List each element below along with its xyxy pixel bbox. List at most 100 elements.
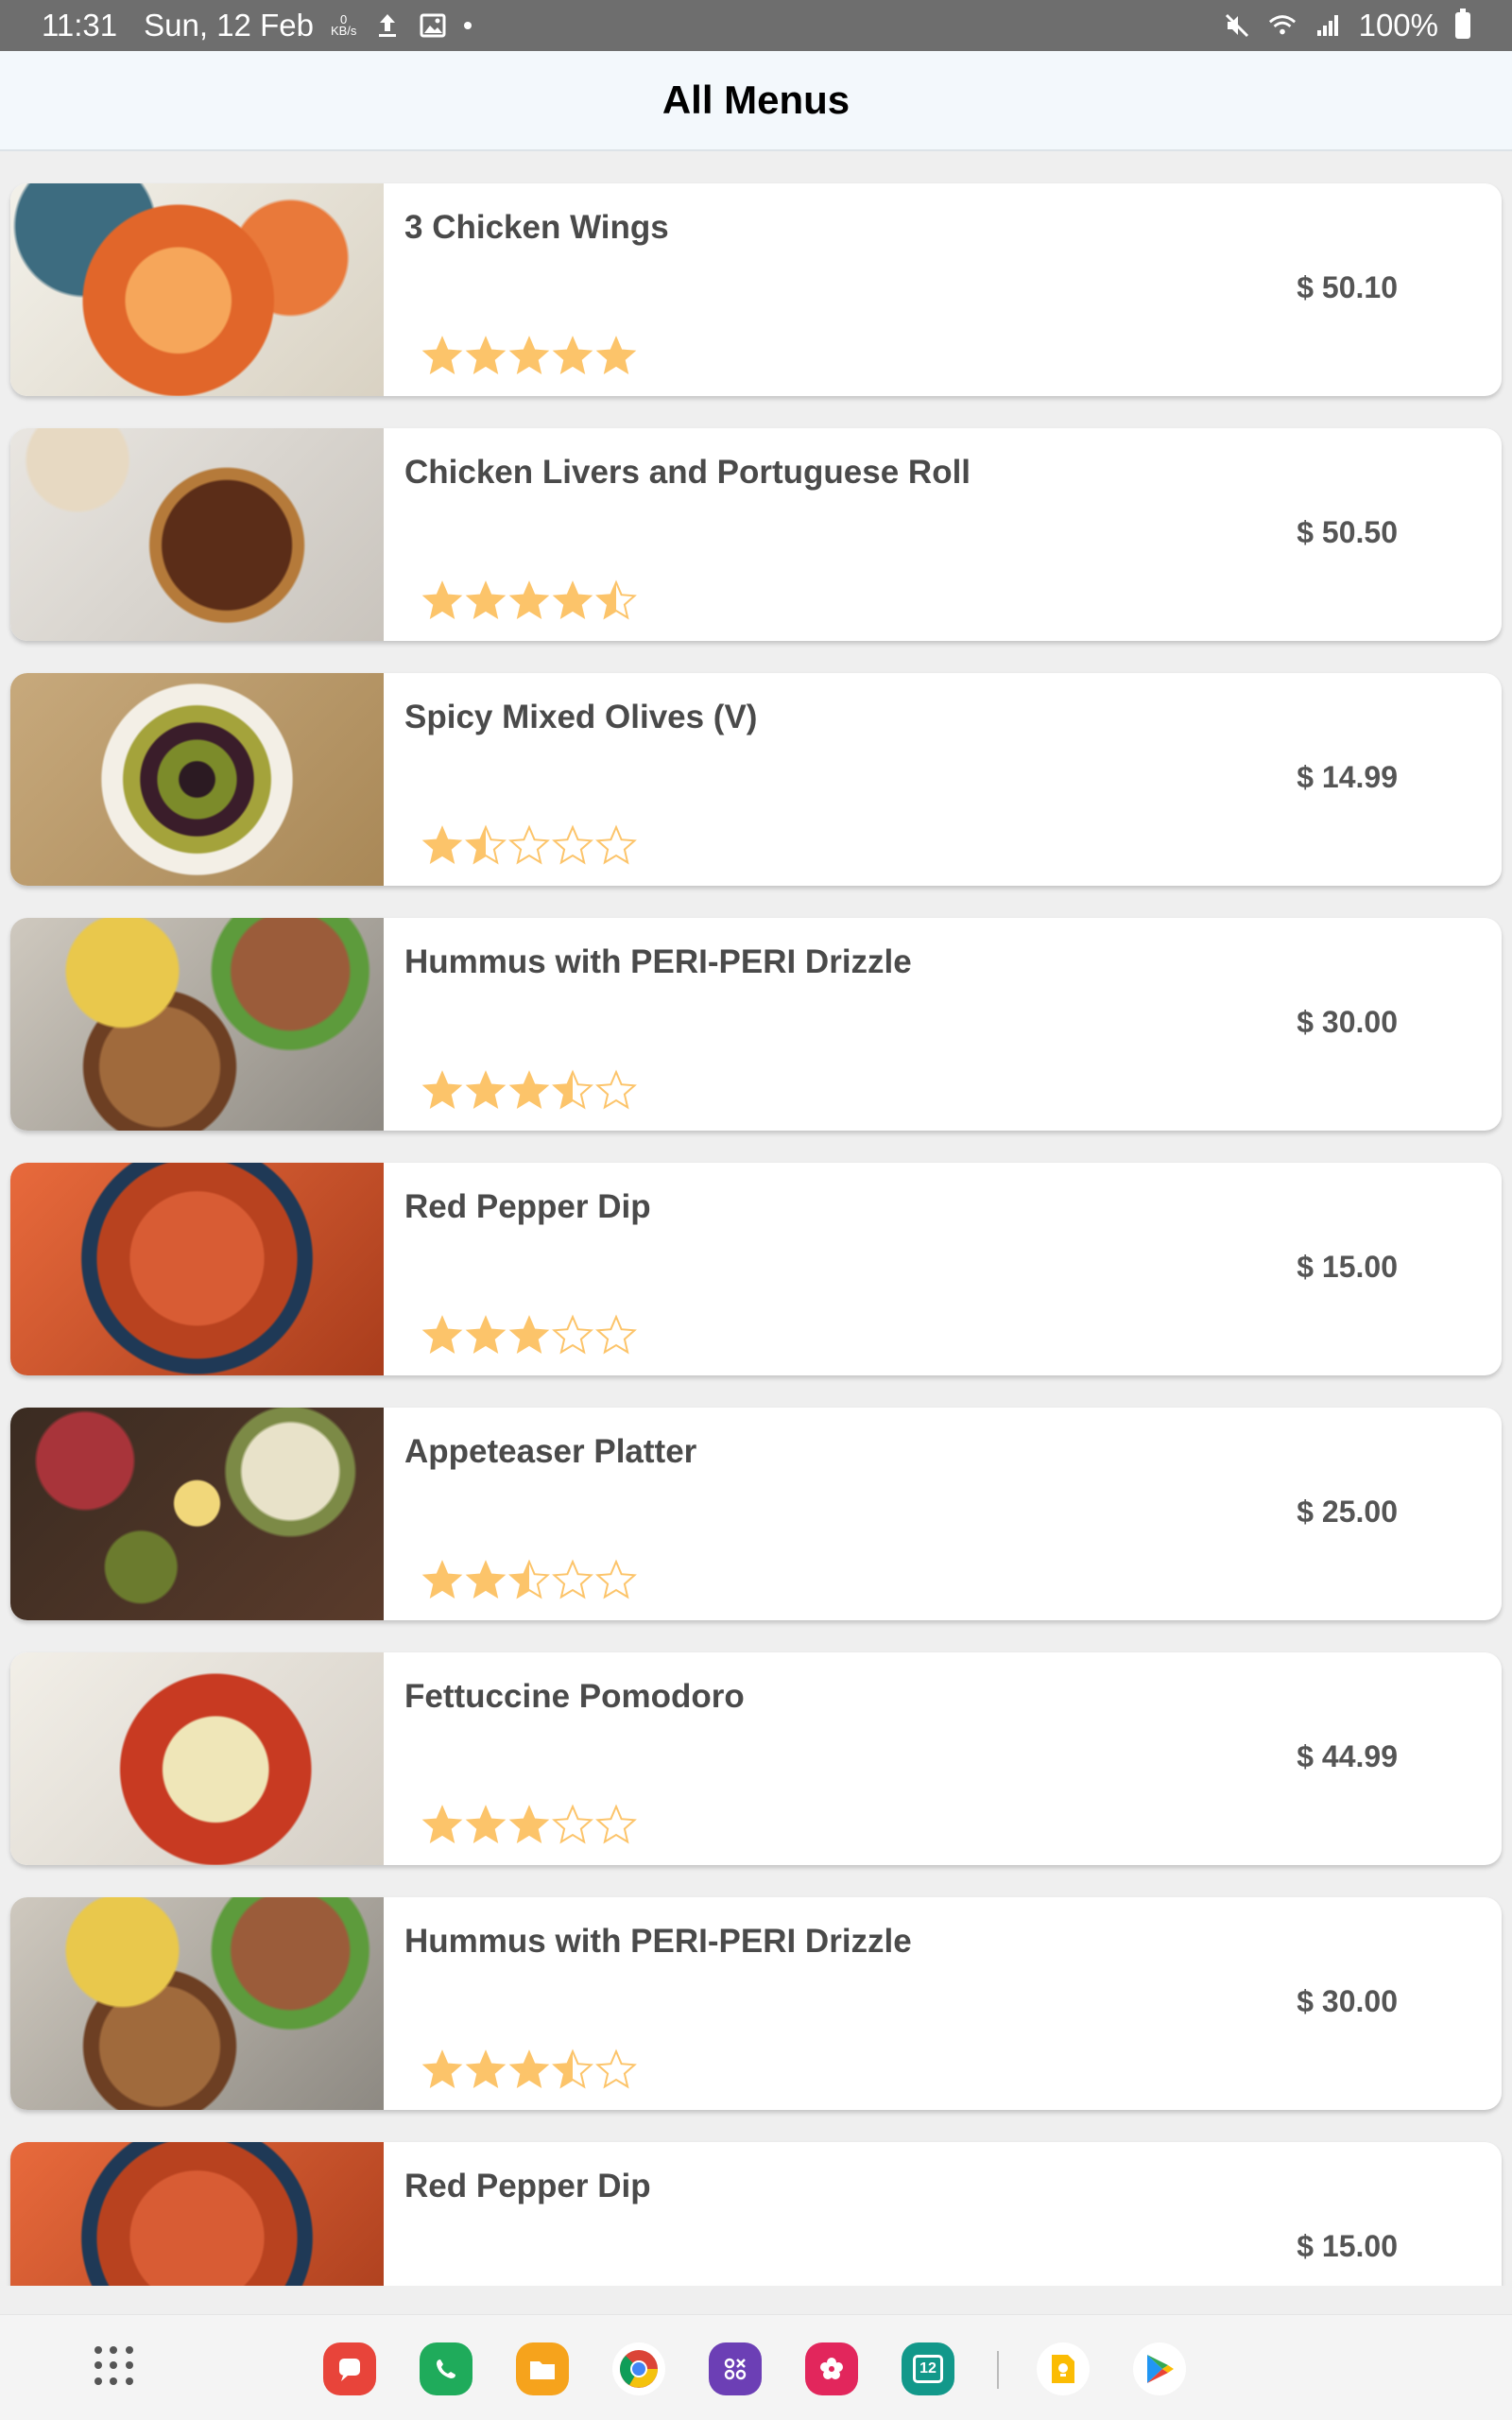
star-empty-icon [595, 824, 637, 866]
battery-icon [1455, 9, 1470, 39]
star-full-icon [421, 1314, 463, 1356]
rating-stars [421, 1314, 637, 1356]
menu-item-name: Hummus with PERI-PERI Drizzle [404, 1923, 912, 1960]
menu-item-image[interactable] [10, 1408, 384, 1620]
star-empty-icon [595, 1314, 637, 1356]
menu-item-image[interactable] [10, 428, 384, 641]
star-full-icon [421, 579, 463, 621]
star-half-icon [552, 2048, 593, 2090]
star-full-icon [465, 1804, 507, 1845]
status-bar: 11:31 Sun, 12 Feb 0 KB/s 100% [0, 0, 1512, 51]
app-header: All Menus [0, 51, 1512, 151]
menu-item-price: $ 50.50 [1297, 515, 1398, 549]
play-store-app-icon[interactable] [1133, 2342, 1186, 2395]
menu-item-price: $ 25.00 [1297, 1495, 1398, 1529]
menu-item-name: Hummus with PERI-PERI Drizzle [404, 943, 912, 980]
rating-stars [421, 1804, 637, 1845]
star-full-icon [421, 824, 463, 866]
menu-item-card[interactable]: Red Pepper Dip $ 15.00 [10, 2142, 1502, 2286]
mute-icon [1223, 11, 1251, 40]
star-empty-icon [552, 1314, 593, 1356]
gallery-app-icon[interactable] [805, 2342, 858, 2395]
menu-item-name: Spicy Mixed Olives (V) [404, 699, 758, 735]
star-full-icon [465, 2048, 507, 2090]
star-full-icon [421, 1069, 463, 1111]
files-app-icon[interactable] [516, 2342, 569, 2395]
menu-item-name: Red Pepper Dip [404, 2168, 651, 2204]
menu-item-name: Red Pepper Dip [404, 1188, 651, 1225]
menu-item-price: $ 50.10 [1297, 270, 1398, 304]
chrome-app-icon[interactable] [612, 2342, 665, 2395]
menu-item-price: $ 30.00 [1297, 1984, 1398, 2018]
menu-item-image[interactable] [10, 673, 384, 886]
star-full-icon [421, 1804, 463, 1845]
apps-grid-icon[interactable] [94, 2346, 134, 2386]
star-full-icon [595, 335, 637, 376]
galaxy-store-app-icon[interactable] [709, 2342, 762, 2395]
star-full-icon [465, 1314, 507, 1356]
menu-item-name: Appeteaser Platter [404, 1433, 697, 1470]
menu-item-image[interactable] [10, 2142, 384, 2286]
status-time: 11:31 [42, 8, 118, 43]
messages-app-icon[interactable] [323, 2342, 376, 2395]
calendar-app-icon[interactable]: 12 [902, 2342, 954, 2395]
menu-item-card[interactable]: Spicy Mixed Olives (V) $ 14.99 [10, 673, 1502, 886]
menu-item-card[interactable]: Fettuccine Pomodoro $ 44.99 [10, 1652, 1502, 1865]
keep-notes-app-icon[interactable] [1037, 2342, 1090, 2395]
notification-dot-icon [464, 22, 472, 29]
star-half-icon [552, 1069, 593, 1111]
star-full-icon [552, 335, 593, 376]
menu-item-card[interactable]: Red Pepper Dip $ 15.00 [10, 1163, 1502, 1375]
star-half-icon [595, 579, 637, 621]
menu-item-card[interactable]: Hummus with PERI-PERI Drizzle $ 30.00 [10, 918, 1502, 1131]
menu-item-card[interactable]: Chicken Livers and Portuguese Roll $ 50.… [10, 428, 1502, 641]
menu-item-card[interactable]: Hummus with PERI-PERI Drizzle $ 30.00 [10, 1897, 1502, 2110]
star-full-icon [421, 1559, 463, 1600]
star-half-icon [465, 824, 507, 866]
menu-item-price: $ 30.00 [1297, 1005, 1398, 1039]
menu-item-image[interactable] [10, 1163, 384, 1375]
menu-item-price: $ 15.00 [1297, 1250, 1398, 1284]
star-empty-icon [552, 1804, 593, 1845]
menu-item-card[interactable]: Appeteaser Platter $ 25.00 [10, 1408, 1502, 1620]
star-empty-icon [595, 2048, 637, 2090]
star-full-icon [508, 335, 550, 376]
menu-item-image[interactable] [10, 1652, 384, 1865]
menu-item-image[interactable] [10, 918, 384, 1131]
star-full-icon [552, 579, 593, 621]
star-full-icon [465, 579, 507, 621]
menu-item-name: Chicken Livers and Portuguese Roll [404, 454, 971, 491]
star-full-icon [508, 1314, 550, 1356]
rating-stars [421, 2048, 637, 2090]
image-icon [419, 11, 447, 40]
menu-item-card[interactable]: 3 Chicken Wings $ 50.10 [10, 183, 1502, 396]
menu-item-name: Fettuccine Pomodoro [404, 1678, 745, 1715]
star-empty-icon [552, 824, 593, 866]
upload-icon [373, 11, 402, 40]
menu-item-image[interactable] [10, 1897, 384, 2110]
star-full-icon [465, 335, 507, 376]
taskbar: 12 [0, 2314, 1512, 2420]
star-full-icon [508, 1804, 550, 1845]
menu-item-image[interactable] [10, 183, 384, 396]
phone-app-icon[interactable] [420, 2342, 472, 2395]
star-full-icon [465, 1559, 507, 1600]
net-speed-indicator: 0 KB/s [331, 13, 356, 37]
star-full-icon [465, 1069, 507, 1111]
dock-divider [997, 2351, 999, 2389]
star-full-icon [421, 335, 463, 376]
calendar-date-label: 12 [913, 2355, 943, 2383]
star-empty-icon [595, 1559, 637, 1600]
star-empty-icon [552, 1559, 593, 1600]
page-title: All Menus [662, 78, 850, 122]
wifi-icon [1268, 11, 1297, 40]
rating-stars [421, 824, 637, 866]
menu-item-price: $ 15.00 [1297, 2229, 1398, 2263]
menu-list[interactable]: 3 Chicken Wings $ 50.10 Chicken Livers a… [0, 151, 1512, 2286]
star-empty-icon [508, 824, 550, 866]
rating-stars [421, 1559, 637, 1600]
rating-stars [421, 1069, 637, 1111]
star-full-icon [508, 579, 550, 621]
battery-percent: 100% [1358, 8, 1438, 43]
star-full-icon [421, 2048, 463, 2090]
